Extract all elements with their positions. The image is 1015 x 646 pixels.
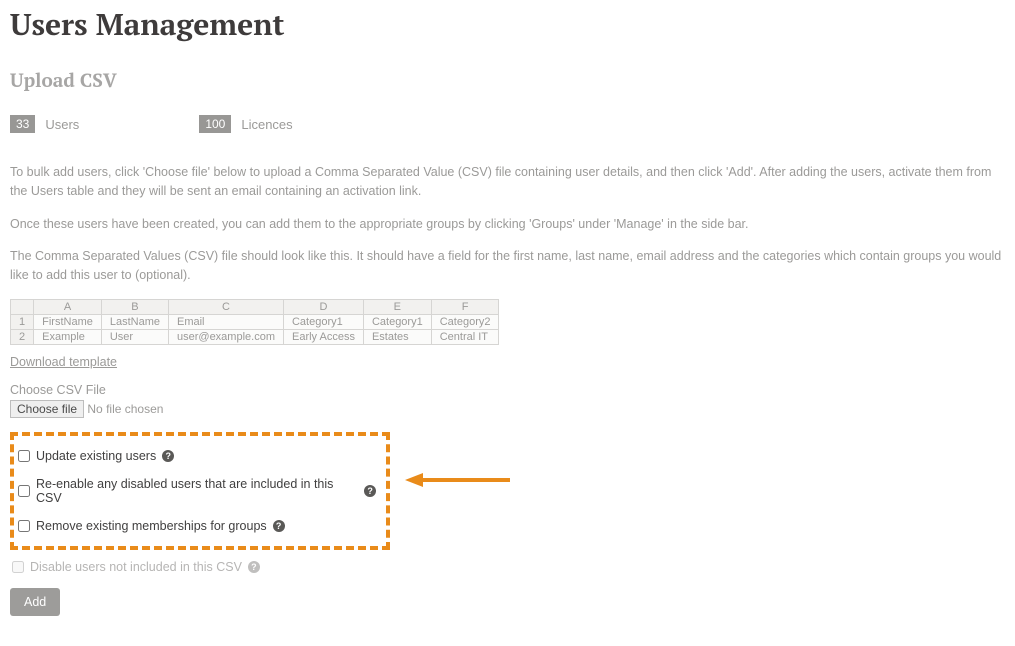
csv-cell: LastName (101, 314, 168, 329)
stat-licences: 100 Licences (199, 115, 292, 133)
checkbox-row-update-existing[interactable]: Update existing users ? (18, 442, 376, 470)
csv-col-F: F (431, 299, 499, 314)
file-input-row: Choose file No file chosen (10, 400, 1005, 418)
choose-file-button[interactable]: Choose file (10, 400, 84, 418)
csv-cell: Category2 (431, 314, 499, 329)
checkbox-reenable[interactable] (18, 485, 30, 497)
csv-example-table: A B C D E F 1 FirstName LastName Email C… (10, 299, 499, 345)
csv-col-A: A (34, 299, 102, 314)
csv-cell: Category1 (363, 314, 431, 329)
users-count-badge: 33 (10, 115, 35, 133)
csv-cell: Early Access (283, 329, 363, 344)
checkbox-disable-not-included[interactable] (12, 561, 24, 573)
section-title: Upload CSV (10, 68, 1005, 93)
licences-label: Licences (241, 117, 292, 132)
download-template-link[interactable]: Download template (10, 355, 117, 369)
csv-col-C: C (169, 299, 284, 314)
checkbox-label: Re-enable any disabled users that are in… (36, 477, 358, 505)
help-icon[interactable]: ? (248, 561, 260, 573)
csv-col-B: B (101, 299, 168, 314)
stat-users: 33 Users (10, 115, 79, 133)
checkbox-remove-memberships[interactable] (18, 520, 30, 532)
help-icon[interactable]: ? (273, 520, 285, 532)
help-icon[interactable]: ? (162, 450, 174, 462)
csv-cell: user@example.com (169, 329, 284, 344)
licences-count-badge: 100 (199, 115, 231, 133)
csv-col-D: D (283, 299, 363, 314)
csv-rownum-1: 1 (11, 314, 34, 329)
instructions-paragraph-3: The Comma Separated Values (CSV) file sh… (10, 247, 1005, 285)
instructions-paragraph-1: To bulk add users, click 'Choose file' b… (10, 163, 1005, 201)
add-button[interactable]: Add (10, 588, 60, 616)
checkbox-label: Disable users not included in this CSV (30, 560, 242, 574)
checkbox-label: Remove existing memberships for groups (36, 519, 267, 533)
csv-cell: Central IT (431, 329, 499, 344)
stats-row: 33 Users 100 Licences (10, 115, 1005, 133)
no-file-chosen-text: No file chosen (87, 402, 163, 416)
page-title: Users Management (10, 4, 1005, 44)
csv-corner (11, 299, 34, 314)
help-icon[interactable]: ? (364, 485, 376, 497)
csv-cell: Category1 (283, 314, 363, 329)
choose-csv-label: Choose CSV File (10, 383, 1005, 397)
users-label: Users (45, 117, 79, 132)
checkbox-row-disable-not-included[interactable]: Disable users not included in this CSV ? (10, 550, 1005, 580)
checkbox-label: Update existing users (36, 449, 156, 463)
csv-cell: Estates (363, 329, 431, 344)
checkbox-row-reenable[interactable]: Re-enable any disabled users that are in… (18, 470, 376, 512)
csv-cell: FirstName (34, 314, 102, 329)
highlight-box: Update existing users ? Re-enable any di… (10, 432, 390, 550)
csv-col-E: E (363, 299, 431, 314)
instructions-paragraph-2: Once these users have been created, you … (10, 215, 1005, 234)
csv-cell: Example (34, 329, 102, 344)
csv-rownum-2: 2 (11, 329, 34, 344)
csv-cell: User (101, 329, 168, 344)
csv-cell: Email (169, 314, 284, 329)
annotation-arrow-icon (405, 470, 515, 495)
checkbox-row-remove-memberships[interactable]: Remove existing memberships for groups ? (18, 512, 376, 540)
checkbox-update-existing[interactable] (18, 450, 30, 462)
